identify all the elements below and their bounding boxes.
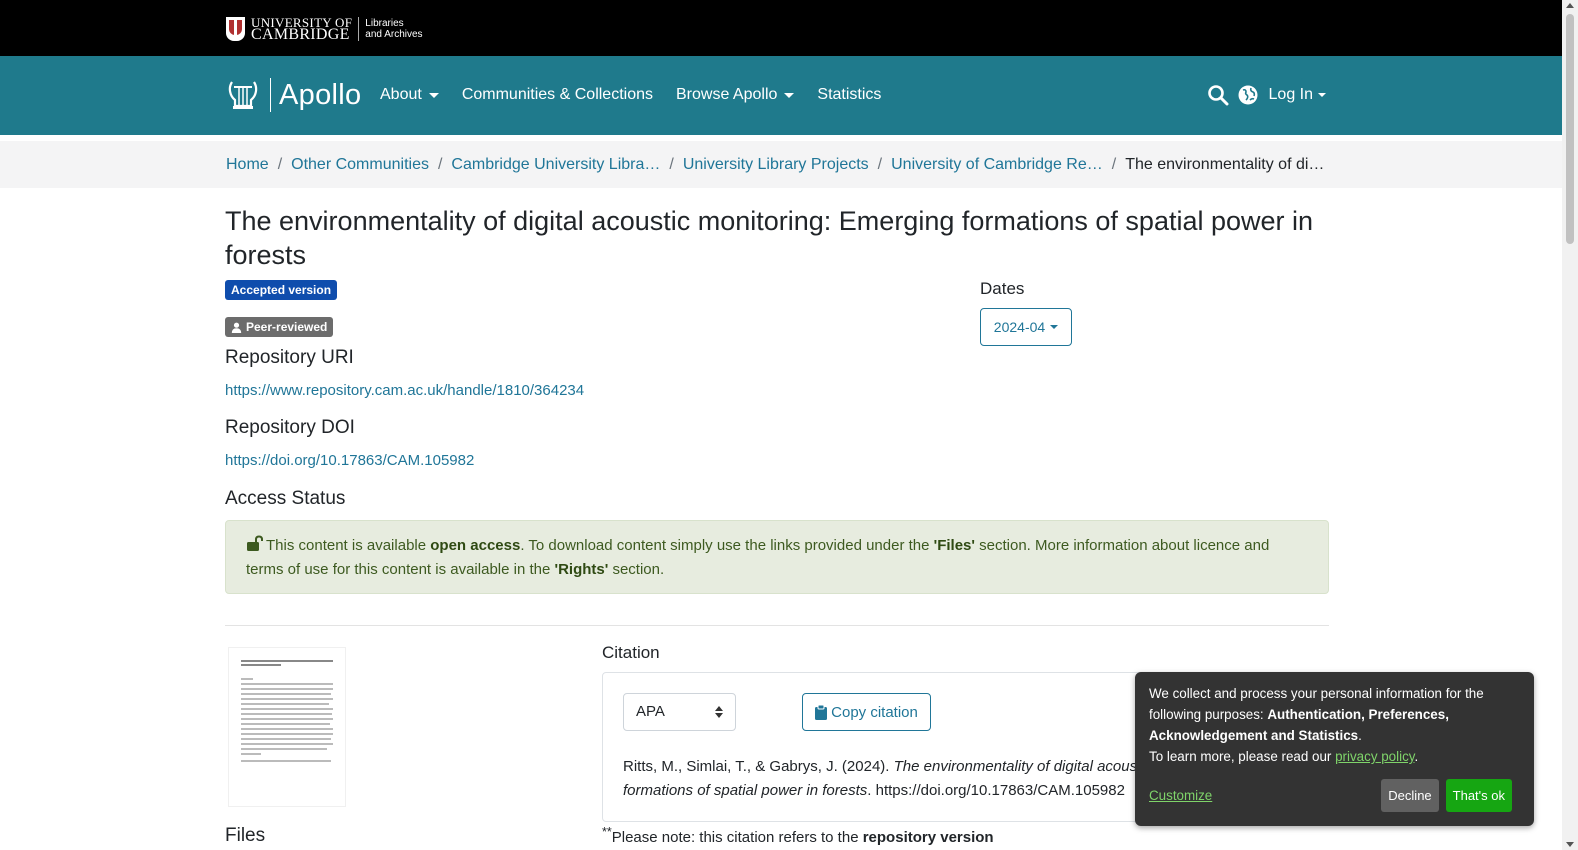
globe-icon[interactable] bbox=[1237, 84, 1259, 106]
files-heading: Files bbox=[225, 825, 266, 846]
login-label: Log In bbox=[1268, 86, 1313, 103]
cookie-actions: Customize Decline That's ok bbox=[1149, 779, 1512, 812]
document-thumbnail[interactable] bbox=[228, 647, 346, 807]
copy-citation-button[interactable]: Copy citation bbox=[802, 693, 931, 731]
chevron-down-icon bbox=[1050, 325, 1059, 329]
breadcrumb-library-projects[interactable]: University Library Projects bbox=[683, 156, 869, 174]
breadcrumb-current: The environmentality of di… bbox=[1125, 156, 1325, 173]
privacy-policy-link[interactable]: privacy policy bbox=[1335, 749, 1414, 764]
select-arrows-icon bbox=[715, 706, 723, 718]
nav-menu: About Communities & Collections Browse A… bbox=[380, 86, 904, 104]
rights-ref: 'Rights' bbox=[554, 561, 609, 578]
brand-name: Apollo bbox=[279, 78, 362, 111]
repository-doi-heading: Repository DOI bbox=[225, 417, 355, 438]
breadcrumb-cambridge-library[interactable]: Cambridge University Libra… bbox=[451, 156, 660, 174]
repository-uri-heading: Repository URI bbox=[225, 347, 354, 368]
cookie-consent-banner: We collect and process your personal inf… bbox=[1135, 672, 1534, 826]
nav-right: Log In bbox=[1207, 84, 1326, 106]
login-dropdown[interactable]: Log In bbox=[1269, 86, 1326, 104]
citation-heading: Citation bbox=[602, 643, 660, 662]
brand-divider bbox=[270, 78, 271, 112]
breadcrumb: Home / Other Communities / Cambridge Uni… bbox=[0, 141, 1562, 188]
access-status-alert: This content is available open access. T… bbox=[225, 520, 1329, 594]
dates-dropdown[interactable]: 2024-04 bbox=[980, 308, 1072, 346]
customize-link[interactable]: Customize bbox=[1149, 785, 1212, 806]
libraries-label: Libraries bbox=[365, 18, 404, 29]
page-scrollbar[interactable] bbox=[1562, 0, 1578, 850]
lyre-icon bbox=[228, 81, 258, 109]
breadcrumb-repository[interactable]: University of Cambridge Re… bbox=[891, 156, 1103, 174]
files-ref: 'Files' bbox=[933, 537, 975, 554]
nav-browse[interactable]: Browse Apollo bbox=[676, 86, 795, 104]
dates-value: 2024-04 bbox=[993, 319, 1046, 335]
citation-style-select[interactable]: APA bbox=[623, 693, 736, 731]
chevron-down-icon bbox=[1318, 93, 1326, 97]
clipboard-icon bbox=[815, 704, 828, 720]
nav-browse-label: Browse Apollo bbox=[676, 86, 778, 103]
scrollbar-thumb[interactable] bbox=[1566, 14, 1574, 244]
university-line2: CAMBRIDGE bbox=[251, 26, 350, 43]
archives-label: and Archives bbox=[365, 29, 423, 40]
scroll-down-icon[interactable] bbox=[1566, 842, 1574, 847]
user-icon bbox=[231, 322, 242, 333]
breadcrumb-home[interactable]: Home bbox=[226, 156, 269, 174]
peer-reviewed-badge: Peer-reviewed bbox=[225, 317, 334, 337]
citation-text: Ritts, M., Simlai, T., & Gabrys, J. (202… bbox=[623, 758, 1143, 799]
unlock-icon bbox=[247, 535, 263, 551]
accept-button[interactable]: That's ok bbox=[1445, 779, 1512, 812]
divider bbox=[225, 625, 1329, 626]
page-title: The environmentality of digital acoustic… bbox=[225, 206, 1314, 270]
open-access-text: open access bbox=[430, 537, 521, 554]
nav-statistics-label: Statistics bbox=[817, 86, 882, 103]
nav-about[interactable]: About bbox=[380, 86, 439, 104]
chevron-down-icon bbox=[428, 92, 439, 98]
search-icon[interactable] bbox=[1207, 84, 1229, 106]
logo-divider bbox=[358, 17, 360, 41]
nav-statistics[interactable]: Statistics bbox=[817, 86, 881, 104]
crest-icon bbox=[226, 17, 245, 41]
university-logo[interactable]: UNIVERSITY OF CAMBRIDGE Libraries and Ar… bbox=[226, 16, 423, 43]
chevron-down-icon bbox=[784, 92, 795, 98]
nav-about-label: About bbox=[380, 86, 422, 103]
nav-communities-label: Communities & Collections bbox=[461, 86, 653, 103]
copy-citation-label: Copy citation bbox=[831, 703, 918, 721]
citation-note: **Please note: this citation refers to t… bbox=[602, 825, 994, 846]
dates-label: Dates bbox=[980, 279, 1025, 298]
repository-doi-link[interactable]: https://doi.org/10.17863/CAM.105982 bbox=[225, 452, 474, 469]
nav-communities[interactable]: Communities & Collections bbox=[462, 86, 653, 104]
citation-style-value: APA bbox=[636, 703, 665, 720]
decline-button[interactable]: Decline bbox=[1381, 779, 1439, 812]
repository-uri-link[interactable]: https://www.repository.cam.ac.uk/handle/… bbox=[225, 382, 584, 399]
peer-reviewed-label: Peer-reviewed bbox=[246, 320, 328, 334]
university-header: UNIVERSITY OF CAMBRIDGE Libraries and Ar… bbox=[0, 0, 1562, 56]
scroll-up-icon[interactable] bbox=[1566, 3, 1574, 8]
main-navbar: Apollo About Communities & Collections B… bbox=[0, 56, 1562, 135]
access-text: This content is available bbox=[266, 537, 431, 554]
breadcrumb-other-communities[interactable]: Other Communities bbox=[291, 156, 429, 174]
access-status-heading: Access Status bbox=[225, 488, 346, 509]
apollo-brand[interactable]: Apollo bbox=[226, 78, 361, 112]
version-badge: Accepted version bbox=[225, 280, 338, 300]
